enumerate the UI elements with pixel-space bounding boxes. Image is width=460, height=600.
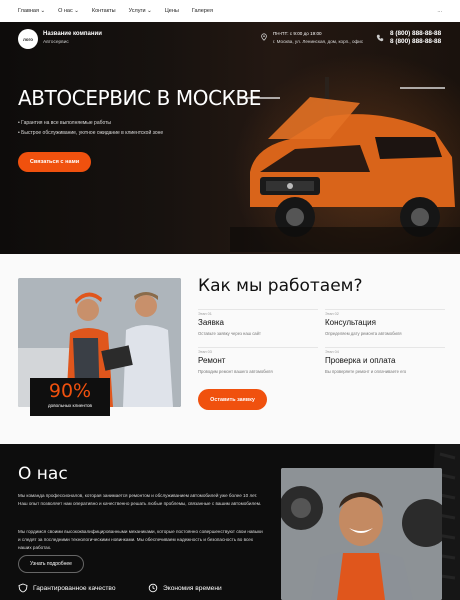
badge-text: довольных клиентов [47, 403, 92, 408]
leave-request-button[interactable]: Оставить заявку [198, 389, 267, 410]
hero-bullet: Гарантия на все выполняемые работы [18, 120, 111, 126]
feature-time: Экономия времени [148, 583, 222, 593]
about-title: О нас [18, 464, 68, 484]
step-card: Этап 02 Консультация Определяем дату рем… [325, 309, 445, 336]
step-card: Этап 01 Заявка Оставьте заявку через наш… [198, 309, 318, 336]
step-name: Заявка [198, 318, 224, 327]
phone-icon [376, 34, 384, 42]
location-pin-icon [261, 33, 267, 41]
nav-item-about[interactable]: О нас ⌄ [58, 8, 79, 14]
hero-bullet: Быстрое обслуживание, уютное ожидание в … [18, 130, 163, 136]
step-card: Этап 03 Ремонт Проводим ремонт вашего ав… [198, 347, 318, 374]
nav-item-prices[interactable]: Цены [165, 8, 179, 14]
nav-item-services[interactable]: Услуги ⌄ [129, 8, 152, 14]
nav-item-contacts[interactable]: Контакты [92, 8, 116, 14]
feature-label: Гарантированное качество [33, 584, 116, 592]
phone-number-1[interactable]: 8 (800) 888-88-88 [390, 30, 441, 37]
nav-item-gallery[interactable]: Галерея [192, 8, 213, 14]
step-description: Определяем дату ремонта автомобиля [325, 331, 402, 336]
learn-more-button[interactable]: Узнать подробнее [18, 555, 84, 573]
step-description: Оставьте заявку через наш сайт [198, 331, 261, 336]
step-number: Этап 02 [325, 312, 339, 316]
mechanic-portrait-illustration [281, 468, 442, 600]
nav-item-home[interactable]: Главная ⌄ [18, 8, 45, 14]
step-divider [198, 347, 318, 348]
phone-number-2[interactable]: 8 (800) 888-88-88 [390, 38, 441, 45]
feature-quality: Гарантированное качество [18, 583, 116, 593]
step-card: Этап 04 Проверка и оплата Вы проверяете … [325, 347, 445, 374]
step-name: Ремонт [198, 356, 226, 365]
step-description: Проводим ремонт вашего автомобиля [198, 369, 273, 374]
satisfaction-badge: 90% довольных клиентов [30, 378, 110, 416]
company-logo[interactable]: лого [18, 29, 38, 49]
how-we-work-section: 90% довольных клиентов Как мы работаем? … [0, 254, 460, 444]
company-subtitle: Автосервис [43, 40, 69, 45]
company-name: Название компании [43, 31, 102, 37]
mechanic-portrait-photo [281, 468, 442, 600]
step-divider [325, 347, 445, 348]
step-divider [198, 309, 318, 310]
about-paragraph: Мы гордимся своими высококвалифицированн… [18, 529, 263, 550]
step-divider [325, 309, 445, 310]
top-navigation: Главная ⌄ О нас ⌄ Контакты Услуги ⌄ Цены… [0, 0, 460, 22]
step-number: Этап 04 [325, 350, 339, 354]
address: г. Москва, ул. Ленинская, дом, корп., оф… [273, 39, 364, 44]
about-paragraph: Мы команда профессионалов, которая заним… [18, 493, 262, 506]
clock-icon [148, 583, 158, 593]
contact-us-button[interactable]: Связаться с нами [18, 152, 91, 172]
working-hours: ПН-ПТ: с 9:00 до 19:00 [273, 31, 322, 36]
step-number: Этап 01 [198, 312, 212, 316]
step-name: Консультация [325, 318, 376, 327]
feature-label: Экономия времени [163, 584, 222, 592]
nav-more-button[interactable]: ... [437, 8, 442, 14]
step-name: Проверка и оплата [325, 356, 396, 365]
step-number: Этап 03 [198, 350, 212, 354]
hero-title: АВТОСЕРВИС В МОСКВЕ [18, 86, 262, 110]
site-header: лого Название компании Автосервис ПН-ПТ:… [0, 22, 460, 58]
step-description: Вы проверяете ремонт и оплачиваете его [325, 369, 407, 374]
hero-section: лого Название компании Автосервис ПН-ПТ:… [0, 22, 460, 254]
hero-car-image [230, 77, 460, 252]
about-section: О нас Мы команда профессионалов, которая… [0, 444, 460, 600]
shield-icon [18, 583, 28, 593]
how-we-work-title: Как мы работаем? [198, 276, 363, 296]
badge-number: 90% [48, 380, 92, 402]
